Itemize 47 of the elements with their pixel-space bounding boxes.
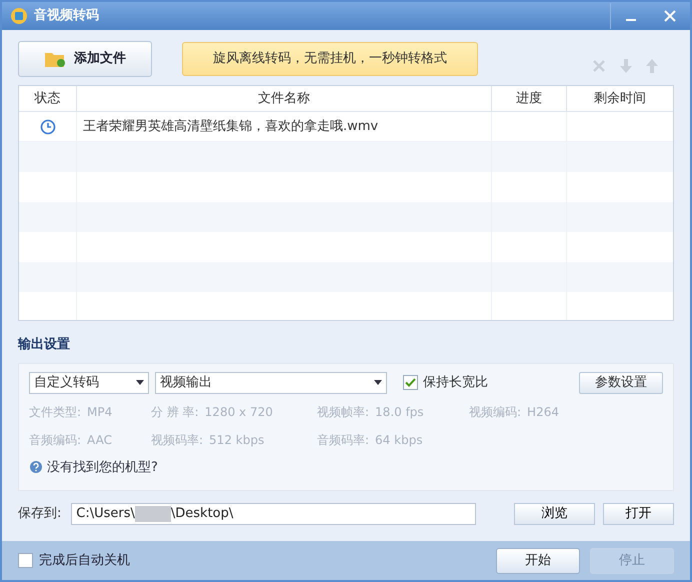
info-label: 视频编码:	[469, 404, 522, 420]
preset-dropdown[interactable]: 自定义转码	[29, 372, 149, 394]
arrow-down-icon[interactable]	[620, 59, 632, 73]
open-button[interactable]: 打开	[603, 502, 674, 524]
info-value: 64 kbps	[375, 432, 423, 448]
info-value: MP4	[87, 404, 112, 420]
dropdown-caret-icon	[374, 380, 382, 385]
save-label: 保存到:	[18, 504, 62, 523]
help-icon	[29, 460, 43, 474]
column-header: 文件名称	[77, 86, 492, 111]
close-icon	[664, 10, 676, 22]
delete-icon[interactable]	[592, 59, 606, 73]
params-button[interactable]: 参数设置	[579, 372, 663, 394]
info-label: 分 辨 率:	[151, 404, 199, 420]
info-value: AAC	[87, 432, 112, 448]
app-logo-icon	[10, 7, 28, 25]
keep-ratio-checkbox[interactable]	[403, 375, 418, 390]
table-cell: 王者荣耀男英雄高清壁纸集锦，喜欢的拿走哦.wmv	[77, 112, 492, 141]
info-label: 文件类型:	[29, 404, 82, 420]
info-label: 视频帧率:	[317, 404, 370, 420]
redacted-block	[134, 506, 171, 522]
column-header: 状态	[19, 86, 77, 111]
shutdown-checkbox[interactable]	[18, 553, 33, 568]
column-header: 进度	[492, 86, 567, 111]
folder-add-icon	[44, 50, 66, 68]
checkbox-label: 完成后自动关机	[39, 552, 130, 570]
info-value: 18.0 fps	[375, 404, 424, 420]
info-label: 视频码率:	[151, 432, 204, 448]
section-title: 输出设置	[18, 336, 71, 354]
minimize-icon	[626, 19, 636, 21]
save-path-field[interactable]: C:\Users\ \Desktop\	[71, 502, 476, 524]
promo-banner[interactable]: 旋风离线转码，无需挂机，一秒钟转格式	[182, 42, 478, 76]
info-value: 1280 x 720	[204, 404, 273, 420]
info-value: 512 kbps	[209, 432, 264, 448]
arrow-up-icon[interactable]	[646, 59, 658, 73]
dropdown-caret-icon	[136, 380, 144, 385]
info-label: 音频编码:	[29, 432, 82, 448]
column-header: 剩余时间	[593, 90, 647, 108]
info-value: H264	[527, 404, 559, 420]
window-title: 音视频转码	[34, 6, 99, 26]
browse-button[interactable]: 浏览	[514, 502, 596, 524]
output-mode-dropdown[interactable]: 视频输出	[155, 372, 387, 394]
start-button[interactable]: 开始	[496, 548, 580, 574]
checkbox-label: 保持长宽比	[423, 374, 488, 392]
add-file-button[interactable]: 添加文件	[18, 41, 152, 77]
info-label: 音频码率:	[317, 432, 370, 448]
help-link[interactable]: 没有找到您的机型?	[47, 458, 158, 477]
